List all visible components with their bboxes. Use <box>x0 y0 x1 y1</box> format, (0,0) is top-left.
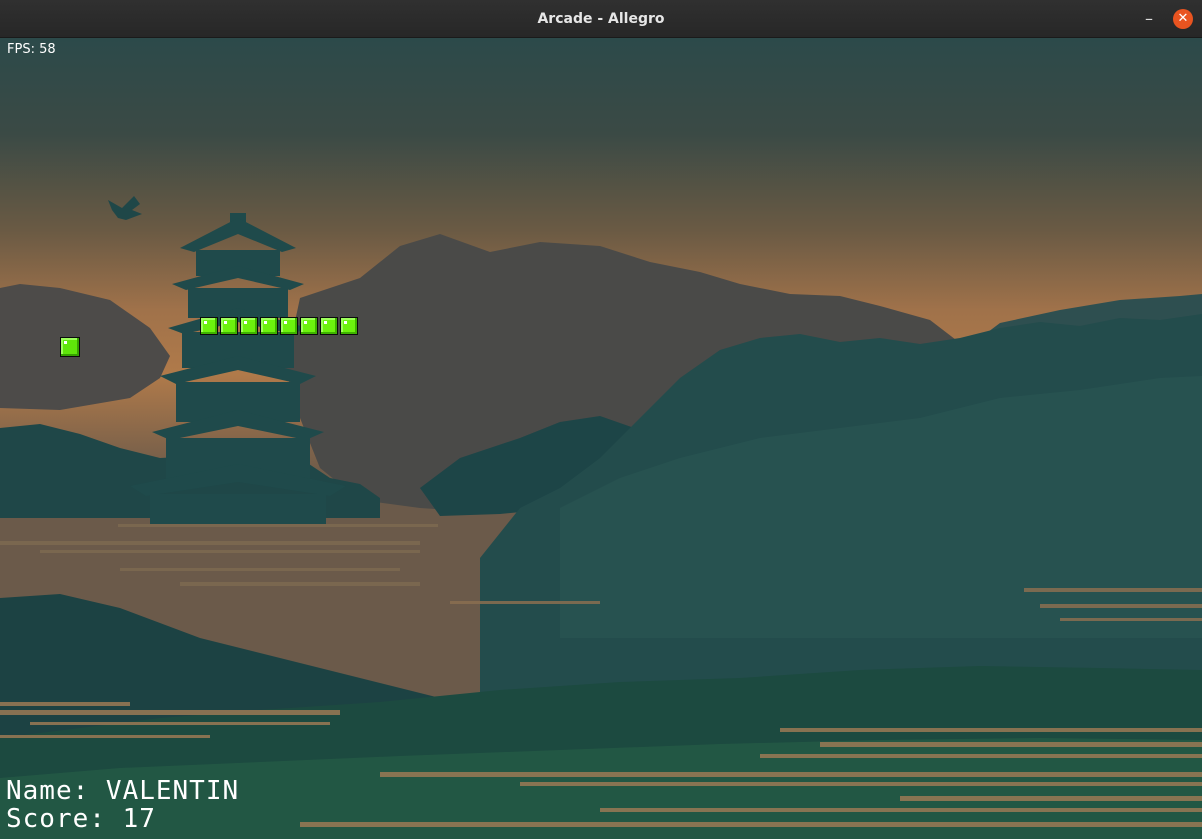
score-label: Score: 17 <box>6 804 156 834</box>
background-scene <box>0 38 1202 839</box>
snake-segment <box>260 317 278 335</box>
minimize-button[interactable]: – <box>1139 9 1159 29</box>
snake-segment <box>240 317 258 335</box>
window-title: Arcade - Allegro <box>537 11 665 27</box>
snake-segment <box>200 317 218 335</box>
snake-segment <box>220 317 238 335</box>
fps-counter: FPS: 58 <box>7 42 56 57</box>
food-pellet <box>60 337 80 357</box>
game-canvas[interactable]: FPS: 58 Name: VALENTIN Score: 17 <box>0 38 1202 839</box>
snake-segment <box>280 317 298 335</box>
player-name-label: Name: VALENTIN <box>6 776 240 806</box>
title-bar[interactable]: Arcade - Allegro – ✕ <box>0 0 1202 38</box>
snake-segment <box>320 317 338 335</box>
snake-segment <box>300 317 318 335</box>
snake-head <box>340 317 358 335</box>
close-button[interactable]: ✕ <box>1173 9 1193 29</box>
game-window: Arcade - Allegro – ✕ FPS: 58 Name: VALEN… <box>0 0 1202 839</box>
